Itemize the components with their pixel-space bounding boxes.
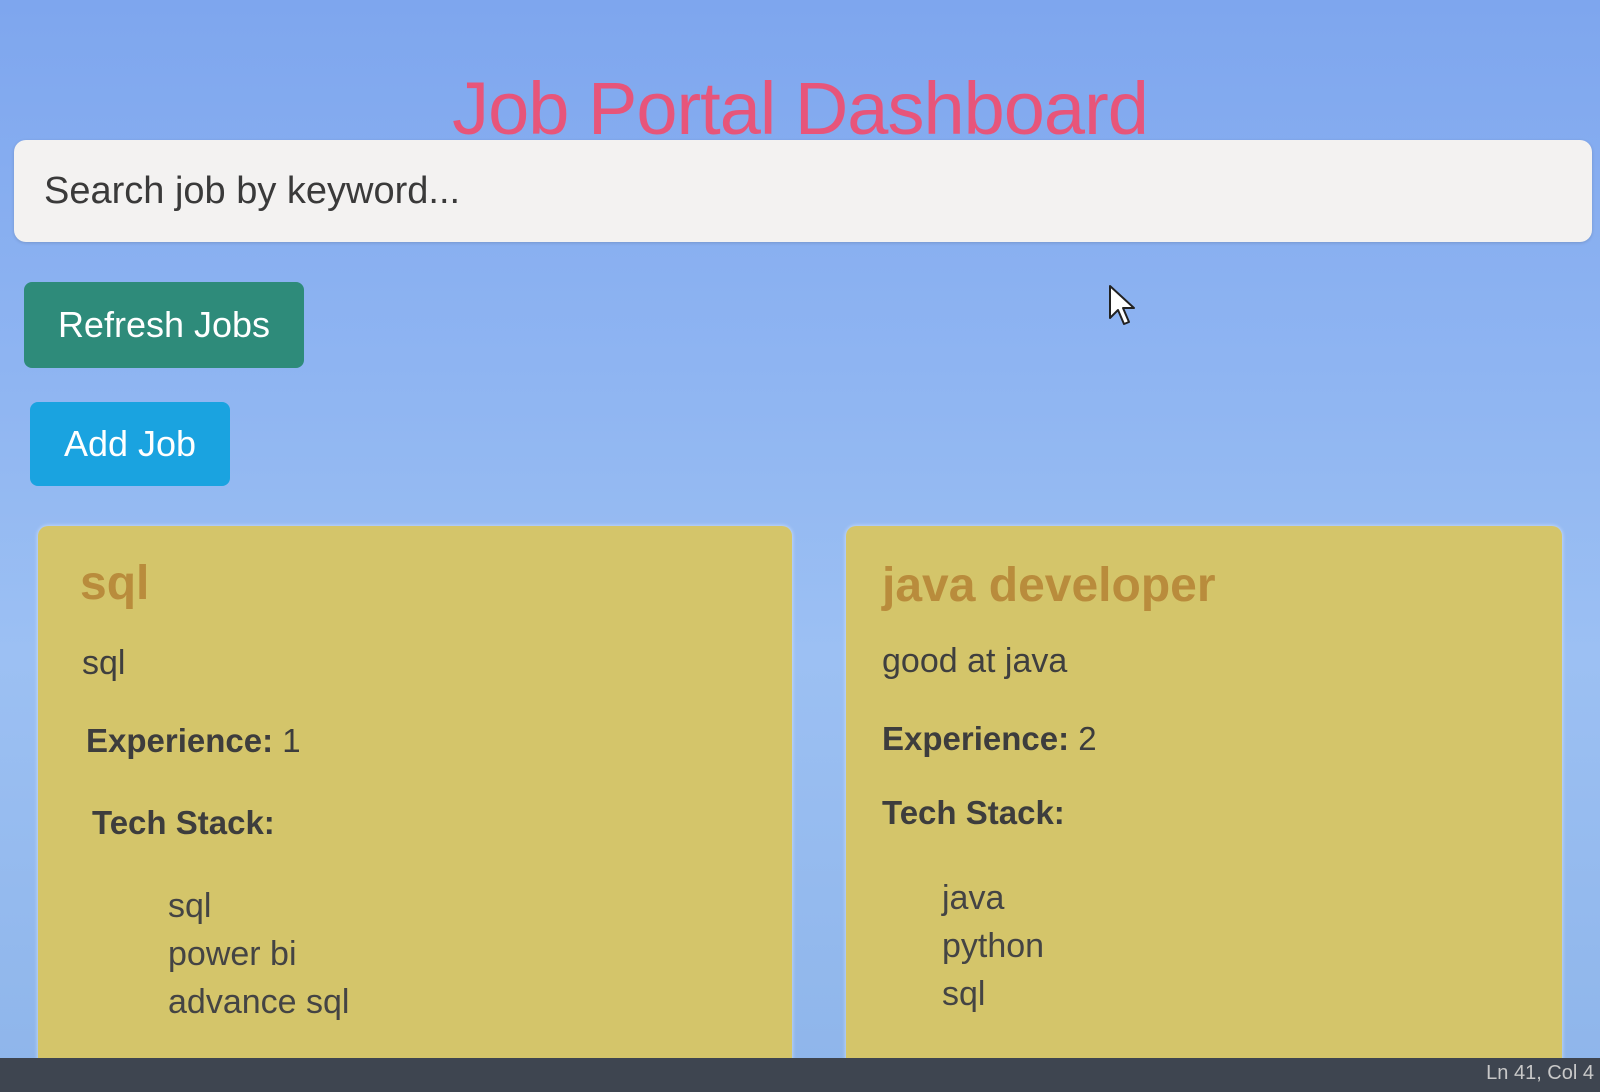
experience-value: 2 (1078, 720, 1097, 757)
job-card: java developer good at java Experience: … (846, 526, 1562, 1066)
tech-stack-label: Tech Stack: (92, 804, 275, 841)
job-experience: Experience: 2 (882, 720, 1097, 758)
job-experience: Experience: 1 (86, 722, 301, 760)
tech-stack-item: sql (168, 887, 212, 925)
add-job-button[interactable]: Add Job (30, 402, 230, 486)
mouse-cursor-icon (1109, 285, 1135, 325)
tech-stack-list: java python sql (942, 874, 1044, 1018)
experience-label: Experience: (882, 720, 1070, 757)
job-card: sql sql Experience: 1 Tech Stack: sql po… (38, 526, 792, 1066)
tech-stack-item: sql (942, 975, 986, 1013)
tech-stack-item: power bi (168, 935, 297, 973)
job-description: good at java (882, 642, 1068, 680)
job-description: sql (82, 644, 126, 682)
tech-stack-item: java (942, 879, 1005, 917)
experience-value: 1 (282, 722, 301, 759)
tech-stack-item: advance sql (168, 983, 350, 1021)
tech-stack-item: python (942, 927, 1045, 965)
experience-label: Experience: (86, 722, 274, 759)
tech-stack-list: sql power bi advance sql (168, 882, 349, 1026)
job-title: java developer (882, 559, 1216, 612)
job-title: sql (80, 557, 150, 610)
cursor-position: Ln 41, Col 4 (1486, 1062, 1594, 1084)
status-bar: Ln 41, Col 4 (0, 1058, 1600, 1092)
refresh-jobs-button[interactable]: Refresh Jobs (24, 282, 304, 368)
tech-stack-label: Tech Stack: (882, 794, 1065, 831)
search-input[interactable] (14, 140, 1592, 242)
